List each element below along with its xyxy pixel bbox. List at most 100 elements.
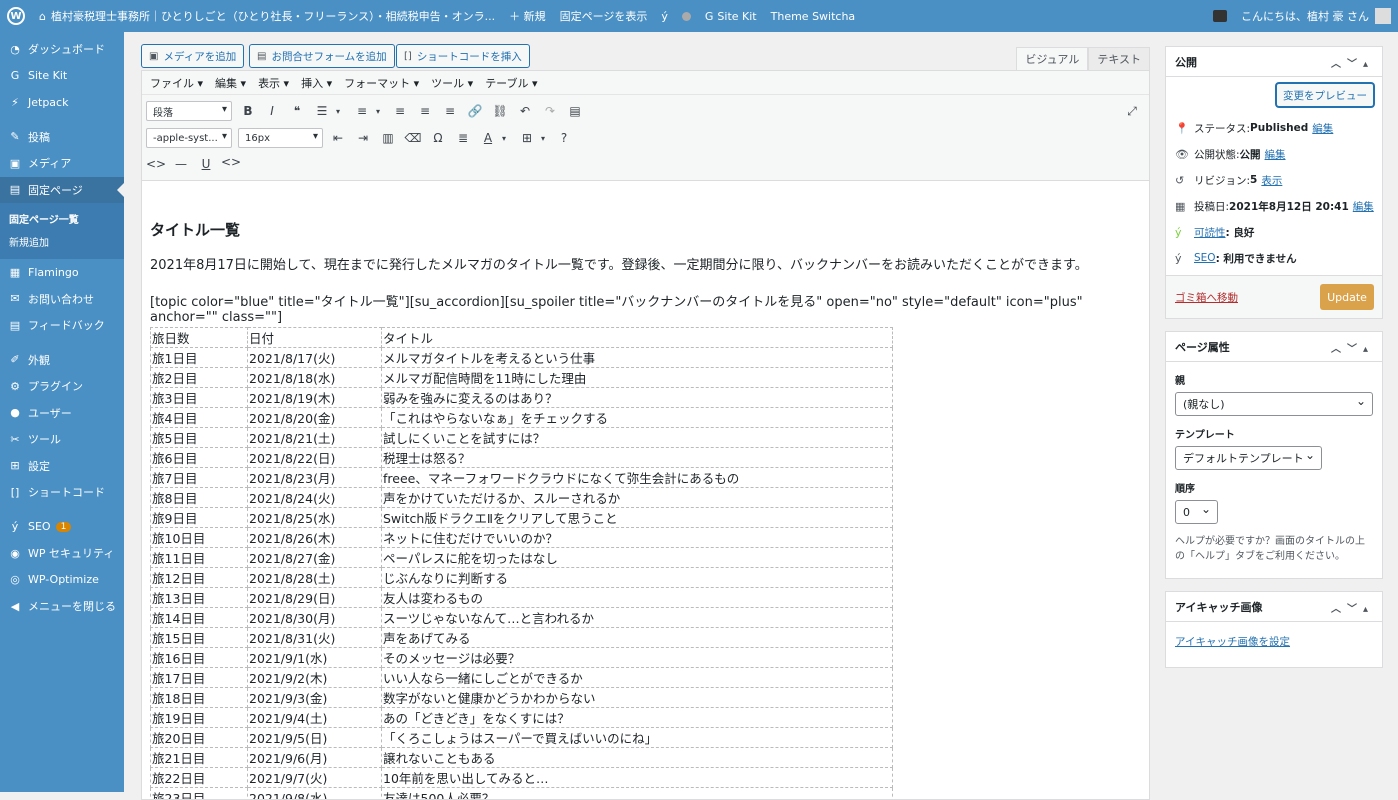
avatar (1375, 8, 1391, 24)
chevron-down-icon[interactable]: ▾ (328, 101, 348, 121)
order-label: 順序 (1166, 470, 1382, 500)
font-family-select[interactable]: -apple-syst... (146, 128, 232, 148)
yoast-icon[interactable]: ý (654, 0, 675, 32)
order-input[interactable]: 0 (1175, 500, 1218, 524)
sidebar-item-appearance[interactable]: ✐外観 (0, 347, 124, 374)
add-contact-form-button[interactable]: ▤お問合せフォームを追加 (249, 44, 395, 68)
sidebar-item-pages[interactable]: ▤固定ページ (0, 177, 124, 204)
title-cell: freee、マネーフォワードクラウドになくて弥生会計にあるもの (382, 468, 893, 488)
code-icon[interactable]: <> (146, 154, 166, 174)
tab-text[interactable]: テキスト (1088, 47, 1150, 71)
sidebar-item-tools[interactable]: ✂ツール (0, 426, 124, 453)
sidebar-item-flamingo[interactable]: ▦Flamingo (0, 259, 124, 286)
revisions-show-link[interactable]: 表示 (1261, 173, 1282, 188)
preview-changes-button[interactable]: 変更をプレビュー (1276, 83, 1374, 107)
update-button[interactable]: Update (1320, 284, 1374, 310)
sidebar-item-jetpack[interactable]: ⚡Jetpack (0, 89, 124, 116)
view-page-link[interactable]: 固定ページを表示 (553, 0, 655, 32)
sidebar-item-dashboard[interactable]: ◔ダッシュボード (0, 36, 124, 63)
submenu-add-new[interactable]: 新規追加 (0, 230, 124, 253)
template-select[interactable]: デフォルトテンプレート (1175, 446, 1322, 470)
menu-edit[interactable]: 編集 ▾ (215, 75, 246, 91)
menu-insert[interactable]: 挿入 ▾ (301, 75, 332, 91)
wordpress-logo-icon[interactable]: W (0, 0, 32, 32)
sidebar-item-plugins[interactable]: ⚙プラグイン (0, 373, 124, 400)
paste-text-icon[interactable]: ▥ (378, 128, 398, 148)
menu-tools[interactable]: ツール ▾ (431, 75, 473, 91)
menu-file[interactable]: ファイル ▾ (150, 75, 203, 91)
bold-icon[interactable]: B (238, 101, 258, 121)
fullscreen-icon[interactable]: ⤢ (1122, 101, 1142, 121)
sidebar-item-feedback[interactable]: ▤フィードバック (0, 312, 124, 339)
source-code-icon[interactable]: <> (221, 152, 241, 172)
panel-controls-icon[interactable]: ︿﹀▴ (1331, 600, 1374, 615)
chevron-down-icon[interactable]: ▾ (533, 128, 553, 148)
link-icon[interactable]: 🔗 (465, 101, 485, 121)
move-to-trash-link[interactable]: ゴミ箱へ移動 (1175, 290, 1238, 305)
status-edit-link[interactable]: 編集 (1312, 121, 1333, 136)
seo-link[interactable]: SEO (1194, 252, 1216, 264)
date-edit-link[interactable]: 編集 (1353, 199, 1374, 214)
special-char-icon[interactable]: Ω (428, 128, 448, 148)
document-body[interactable]: タイトル一覧 2021年8月17日に開始して、現在までに発行したメルマガのタイト… (142, 219, 1149, 800)
parent-select[interactable]: (親なし) (1175, 392, 1373, 416)
new-content-link[interactable]: ＋ 新規 (502, 0, 553, 32)
horizontal-line-icon[interactable]: — (171, 154, 191, 174)
date-cell: 2021/8/22(日) (248, 448, 382, 468)
date-cell: 2021/9/5(日) (248, 728, 382, 748)
sidebar-item-contact[interactable]: ✉お問い合わせ (0, 286, 124, 313)
sidebar-item-media[interactable]: ▣メディア (0, 150, 124, 177)
panel-controls-icon[interactable]: ︿﹀▴ (1331, 55, 1374, 70)
format-select[interactable]: 段落 (146, 101, 232, 121)
table-row: 旅4日目2021/8/20(金)「これはやらないなぁ」をチェックする (151, 408, 893, 428)
status-dot-icon[interactable] (675, 0, 698, 32)
align-right-icon[interactable]: ≡ (440, 101, 460, 121)
insert-shortcode-button[interactable]: []ショートコードを挿入 (396, 44, 530, 68)
help-icon[interactable]: ? (554, 128, 574, 148)
chevron-down-icon[interactable]: ▾ (368, 101, 388, 121)
notifications-icon[interactable] (1206, 0, 1234, 32)
theme-switcha-link[interactable]: Theme Switcha (764, 0, 863, 32)
italic-icon[interactable]: I (262, 101, 282, 121)
add-media-button[interactable]: ▣メディアを追加 (141, 44, 244, 68)
page-icon: ▤ (8, 183, 22, 197)
underline-icon[interactable]: U (196, 154, 216, 174)
redo-icon[interactable]: ↷ (540, 101, 560, 121)
sidebar-item-users[interactable]: ●ユーザー (0, 400, 124, 427)
submenu-all-pages[interactable]: 固定ページ一覧 (0, 207, 124, 230)
sidebar-item-collapse[interactable]: ◀メニューを閉じる (0, 593, 124, 620)
undo-icon[interactable]: ↶ (515, 101, 535, 121)
sidebar-item-shortcodes[interactable]: []ショートコード (0, 479, 124, 506)
outdent-icon[interactable]: ⇤ (328, 128, 348, 148)
blockquote-icon[interactable]: ❝ (287, 101, 307, 121)
visibility-edit-link[interactable]: 編集 (1265, 147, 1286, 162)
readability-link[interactable]: 可読性 (1194, 225, 1226, 240)
table-row: 旅5日目2021/8/21(土)試しにくいことを試すには？ (151, 428, 893, 448)
chevron-down-icon[interactable]: ▾ (494, 128, 514, 148)
site-kit-link[interactable]: GSite Kit (698, 0, 764, 32)
date-cell: 2021/8/30(月) (248, 608, 382, 628)
page-break-icon[interactable]: ≣ (453, 128, 473, 148)
font-size-select[interactable]: 16px (238, 128, 323, 148)
site-title-link[interactable]: ⌂植村豪税理士事務所｜ひとりしごと（ひとり社長・フリーランス）・相続税申告・オン… (32, 0, 502, 32)
menu-view[interactable]: 表示 ▾ (258, 75, 289, 91)
clear-format-icon[interactable]: ⌫ (403, 128, 423, 148)
sidebar-item-site-kit[interactable]: GSite Kit (0, 63, 124, 90)
sidebar-item-wp-security[interactable]: ◉WP セキュリティ (0, 540, 124, 567)
unlink-icon[interactable]: ⛓ (490, 101, 510, 121)
menu-format[interactable]: フォーマット ▾ (344, 75, 419, 91)
panel-controls-icon[interactable]: ︿﹀▴ (1331, 340, 1374, 355)
menu-table[interactable]: テーブル ▾ (485, 75, 537, 91)
toolbar-toggle-icon[interactable]: ▤ (565, 101, 585, 121)
sidebar-item-settings[interactable]: ⊞設定 (0, 453, 124, 480)
tab-visual[interactable]: ビジュアル (1016, 47, 1088, 71)
sidebar-item-seo[interactable]: ýSEO1 (0, 514, 124, 541)
user-greeting[interactable]: こんにちは、植村 豪 さん (1234, 0, 1398, 32)
indent-icon[interactable]: ⇥ (353, 128, 373, 148)
sidebar-item-wp-optimize[interactable]: ◎WP-Optimize (0, 567, 124, 594)
title-cell: じぶんなりに判断する (382, 568, 893, 588)
sidebar-item-posts[interactable]: ✎投稿 (0, 124, 124, 151)
set-featured-image-link[interactable]: アイキャッチ画像を設定 (1175, 636, 1290, 648)
align-left-icon[interactable]: ≡ (390, 101, 410, 121)
align-center-icon[interactable]: ≡ (415, 101, 435, 121)
